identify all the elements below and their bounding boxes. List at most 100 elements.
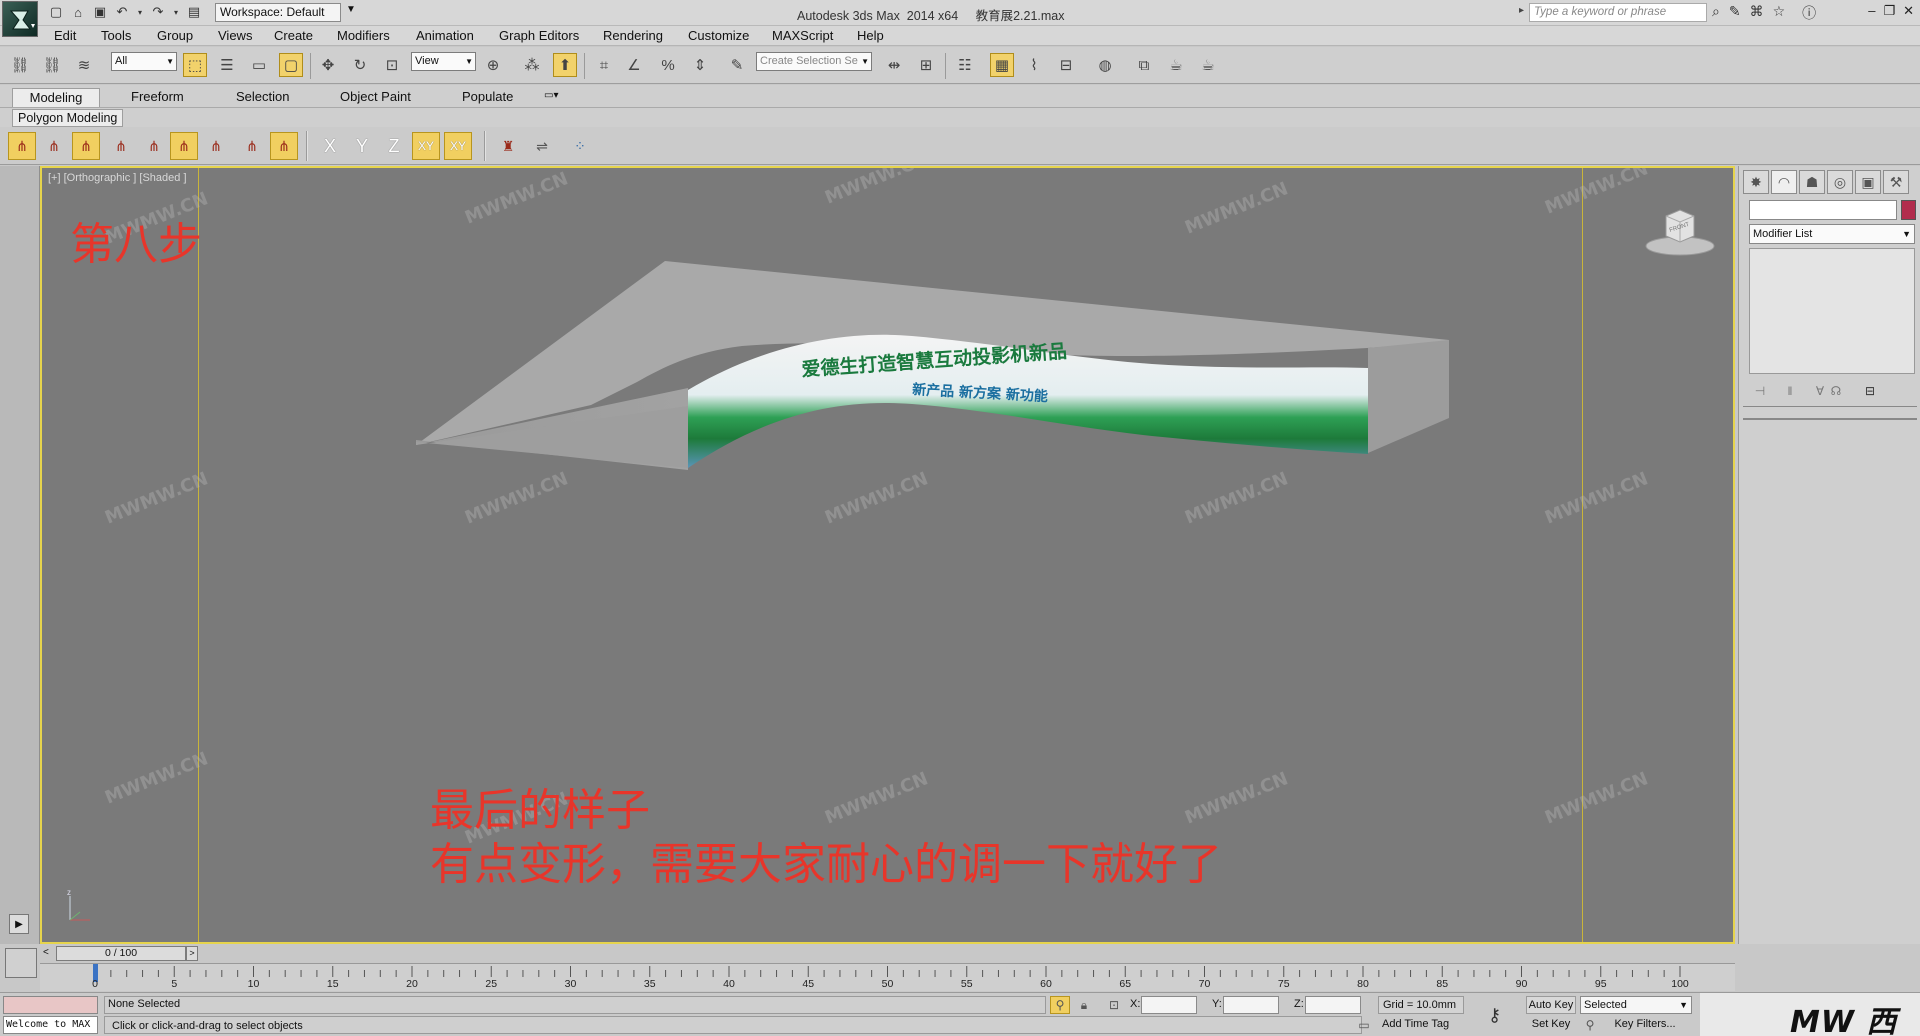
angle-snap-icon[interactable]: ∠ (622, 53, 646, 77)
save-icon[interactable]: ▣ (92, 4, 108, 20)
snap-toggle-icon[interactable]: ⌗ (592, 53, 616, 77)
menu-rendering[interactable]: Rendering (603, 28, 663, 43)
schematic-view-icon[interactable]: ⊟ (1054, 53, 1078, 77)
viewcube-icon[interactable]: FRONT (1642, 202, 1718, 258)
menu-maxscript[interactable]: MAXScript (772, 28, 833, 43)
menu-modifiers[interactable]: Modifiers (337, 28, 390, 43)
menu-edit[interactable]: Edit (54, 28, 76, 43)
menu-graph-editors[interactable]: Graph Editors (499, 28, 579, 43)
select-manipulate-icon[interactable]: ⁂ (520, 53, 544, 77)
tab-selection[interactable]: Selection (228, 88, 297, 107)
constrain-y-button[interactable]: Y (348, 132, 376, 160)
tab-object-paint[interactable]: Object Paint (332, 88, 419, 107)
maxscript-listener-output[interactable]: Welcome to MAX (3, 1016, 98, 1034)
redo-dropdown-icon[interactable]: ▾ (172, 4, 180, 20)
menu-views[interactable]: Views (218, 28, 252, 43)
time-slider-thumb[interactable]: 0 / 100 (56, 946, 186, 961)
border-mode-icon[interactable]: ⋔ (72, 132, 100, 160)
z-coord-field[interactable] (1305, 996, 1361, 1014)
slice-plane-icon[interactable]: ⇌ (528, 132, 556, 160)
graphite-toggle-icon[interactable]: ▦ (990, 53, 1014, 77)
curve-editor-icon[interactable]: ⌇ (1022, 53, 1046, 77)
y-coord-field[interactable] (1223, 996, 1279, 1014)
app-menu-button[interactable] (2, 1, 38, 37)
grow-selection-icon[interactable]: ⋔ (170, 132, 198, 160)
menu-create[interactable]: Create (274, 28, 313, 43)
object-name-field[interactable] (1749, 200, 1897, 220)
tab-freeform[interactable]: Freeform (123, 88, 192, 107)
link-icon[interactable]: ⛓ (8, 53, 32, 77)
tab-populate[interactable]: Populate (454, 88, 521, 107)
viewport-label-menu[interactable]: [+] [Orthographic ] [Shaded ] (48, 172, 187, 184)
add-time-tag-button[interactable]: Add Time Tag (1378, 1016, 1464, 1034)
keyboard-shortcut-override-icon[interactable]: ⬆ (553, 53, 577, 77)
menu-animation[interactable]: Animation (416, 28, 474, 43)
close-icon[interactable]: ✕ (1903, 3, 1914, 19)
show-end-result-icon[interactable]: ‖ (1779, 382, 1801, 400)
render-setup-icon[interactable]: ⧉ (1132, 53, 1156, 77)
menu-tools[interactable]: Tools (101, 28, 131, 43)
configure-modifier-sets-icon[interactable]: ⊟ (1859, 382, 1881, 400)
selection-lock-icon[interactable]: 🔒︎ (1074, 996, 1094, 1014)
favorites-star-icon[interactable]: ☆ (1773, 3, 1786, 23)
constrain-xy-button[interactable]: XY (412, 132, 440, 160)
key-filter-icon[interactable]: ⚲ (1580, 1016, 1600, 1034)
align-icon[interactable]: ⊞ (914, 53, 938, 77)
bind-space-warp-icon[interactable]: ≋ (72, 53, 96, 77)
edge-mode-icon[interactable]: ⋔ (40, 132, 68, 160)
rendered-frame-window-icon[interactable]: ☕ (1164, 53, 1188, 77)
new-file-icon[interactable]: ▢ (48, 4, 64, 20)
search-expand-icon[interactable]: ▸ (1519, 5, 1524, 16)
hierarchy-tab-icon[interactable]: ☗ (1799, 170, 1825, 194)
track-bar[interactable]: 0 5 10 15 20 25 30 35 40 45 50 55 60 65 70 75 80 85 90 95 10… (40, 963, 1735, 991)
modifier-stack[interactable] (1749, 248, 1915, 374)
search-input[interactable]: Type a keyword or phrase (1529, 3, 1707, 22)
key-filters-button[interactable]: Key Filters... (1600, 1016, 1690, 1034)
modify-tab-icon[interactable]: ◠ (1771, 170, 1797, 194)
polygon-modeling-panel[interactable]: Polygon Modeling (12, 109, 124, 127)
communication-icon[interactable]: ⌘ (1750, 3, 1764, 23)
display-tab-icon[interactable]: ▣ (1855, 170, 1881, 194)
maxscript-listener-macro[interactable] (3, 996, 98, 1014)
workspace-arrow-icon[interactable]: ▼ (346, 4, 356, 15)
loop-selection-icon[interactable]: ⋔ (270, 132, 298, 160)
reference-coordinate-dropdown[interactable]: View ▼ (411, 52, 476, 71)
shrink-selection-icon[interactable]: ⋔ (202, 132, 230, 160)
select-by-name-icon[interactable]: ☰ (215, 53, 239, 77)
menu-customize[interactable]: Customize (688, 28, 749, 43)
time-tag-icon[interactable]: ▭ (1354, 1016, 1374, 1034)
render-production-icon[interactable]: ☕ (1196, 53, 1220, 77)
play-animation-icon[interactable]: ▶ (9, 914, 29, 934)
window-crossing-icon[interactable]: ▢ (279, 53, 303, 77)
modifier-list-dropdown[interactable]: Modifier List ▼ (1749, 224, 1915, 244)
mirror-icon[interactable]: ⇹ (882, 53, 906, 77)
selection-region-icon[interactable]: ▭ (247, 53, 271, 77)
minimize-icon[interactable]: – (1868, 3, 1875, 19)
set-key-button[interactable]: Set Key (1526, 1016, 1576, 1034)
time-slider-prev-icon[interactable]: < (43, 947, 49, 958)
element-mode-icon[interactable]: ⋔ (140, 132, 168, 160)
select-object-icon[interactable]: ⬚ (183, 53, 207, 77)
percent-snap-icon[interactable]: % (656, 53, 680, 77)
isolate-selection-icon[interactable]: ⚲ (1050, 996, 1070, 1014)
soft-selection-icon[interactable]: ⁘ (566, 132, 594, 160)
object-color-swatch[interactable] (1901, 200, 1916, 220)
ring-selection-icon[interactable]: ⋔ (238, 132, 266, 160)
binoculars-icon[interactable]: ⌕ (1712, 3, 1720, 23)
constrain-xy-alt-button[interactable]: XY (444, 132, 472, 160)
project-folder-icon[interactable]: ▤ (186, 4, 202, 20)
constrain-x-button[interactable]: X (316, 132, 344, 160)
edit-named-selection-icon[interactable]: ✎ (725, 53, 749, 77)
undo-dropdown-icon[interactable]: ▾ (136, 4, 144, 20)
utilities-tab-icon[interactable]: ⚒ (1883, 170, 1909, 194)
set-key-mode-key-icon[interactable]: ⚷ (1488, 1005, 1501, 1026)
tab-modeling[interactable]: Modeling (12, 88, 100, 107)
scale-icon[interactable]: ⊡ (380, 53, 404, 77)
material-editor-icon[interactable]: ◍ (1093, 53, 1117, 77)
preserve-uvs-icon[interactable]: ♜ (494, 132, 522, 160)
ribbon-options-icon[interactable]: ▭▾ (536, 89, 566, 108)
spinner-snap-icon[interactable]: ⇕ (688, 53, 712, 77)
x-coord-field[interactable] (1141, 996, 1197, 1014)
vertex-mode-icon[interactable]: ⋔ (8, 132, 36, 160)
menu-group[interactable]: Group (157, 28, 193, 43)
